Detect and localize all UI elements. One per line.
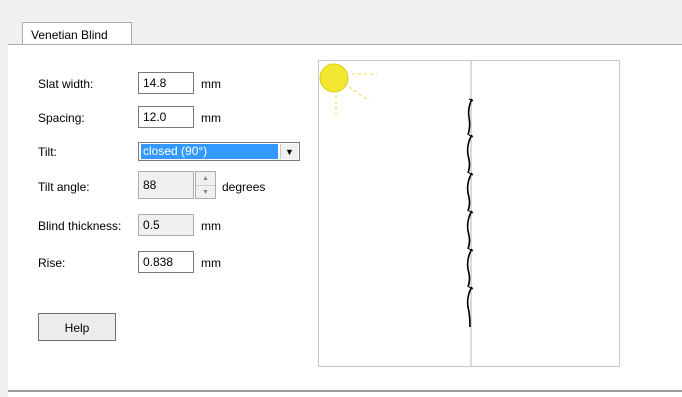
blind-thickness-label: Blind thickness: [38, 219, 122, 233]
spin-down-icon[interactable]: ▼ [196, 186, 215, 199]
chevron-down-icon[interactable]: ▼ [280, 144, 298, 159]
rise-label: Rise: [38, 256, 66, 270]
spin-up-icon[interactable]: ▲ [196, 172, 215, 186]
tilt-select[interactable]: closed (90°) ▼ [138, 142, 300, 161]
rise-unit: mm [201, 256, 221, 270]
blind-preview [318, 60, 620, 367]
slat-width-label: Slat width: [38, 77, 94, 91]
tab-venetian-blind[interactable]: Venetian Blind [22, 22, 132, 45]
blind-thickness-unit: mm [201, 219, 221, 233]
tilt-angle-label: Tilt angle: [38, 180, 90, 194]
tilt-label: Tilt: [38, 145, 57, 159]
tilt-angle-field[interactable]: 88 [138, 171, 194, 199]
blind-thickness-field: 0.5 [138, 214, 194, 236]
spacing-field[interactable]: 12.0 [138, 106, 194, 128]
tilt-angle-unit: degrees [222, 180, 266, 194]
spacing-label: Spacing: [38, 111, 85, 125]
sun-icon [319, 63, 377, 117]
tab-label: Venetian Blind [31, 28, 108, 42]
spacing-unit: mm [201, 111, 221, 125]
help-button[interactable]: Help [38, 313, 116, 341]
tilt-angle-spinner[interactable]: ▲ ▼ [195, 171, 216, 199]
blind-diagram [319, 61, 474, 366]
tilt-selected-value: closed (90°) [140, 143, 279, 160]
panel-divider [8, 388, 682, 392]
rise-field[interactable]: 0.838 [138, 251, 194, 273]
slat-width-field[interactable]: 14.8 [138, 72, 194, 94]
slat-width-unit: mm [201, 77, 221, 91]
